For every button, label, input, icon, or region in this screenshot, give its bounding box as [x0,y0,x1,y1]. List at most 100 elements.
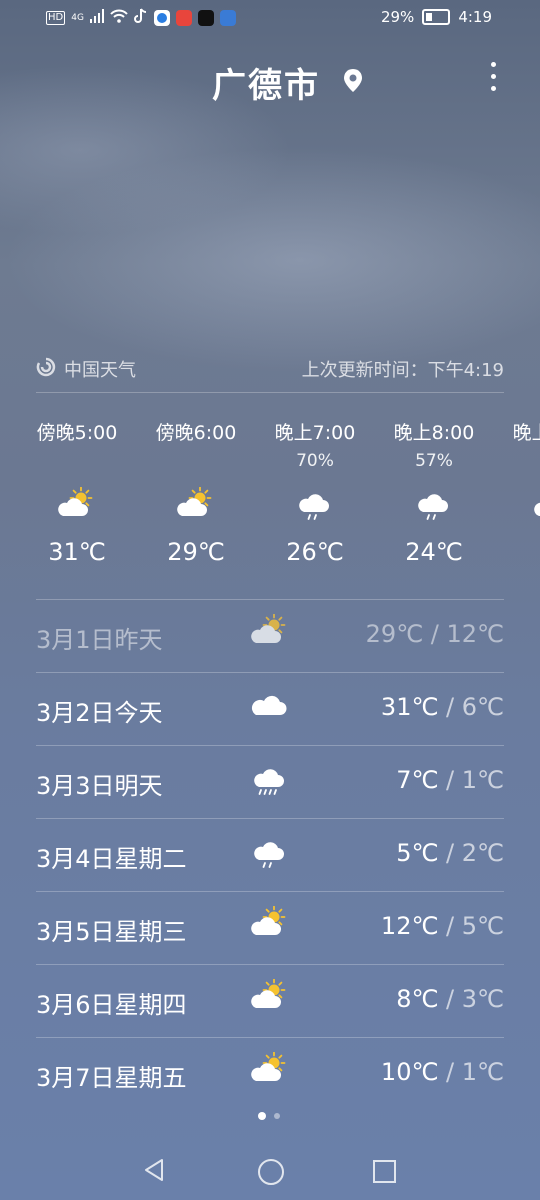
back-icon[interactable] [143,1158,165,1186]
hourly-forecast[interactable]: 傍晚5:00 31℃ 傍晚6:00 29℃ 晚上7:00 70% 26℃ 晚上8:00 57% 2… [0,420,540,580]
status-bar: HD 4G 29% 4:19 [0,0,540,36]
hourly-precip-chance [27,446,127,476]
daily-row[interactable]: 3月1日昨天 29℃ / 12℃ [36,599,504,672]
location-pin-icon[interactable] [343,68,363,98]
hourly-time: 晚上7:00 [274,422,356,444]
daily-temperature-range: 7℃ / 1℃ [396,766,504,794]
hourly-temperature: 29℃ [167,538,225,566]
daily-low: 6℃ [461,693,504,721]
moderate-rain-icon [250,760,290,804]
page-dot[interactable] [274,1113,280,1119]
partly-cloudy-day-icon [250,613,290,654]
recent-apps-icon[interactable] [373,1160,396,1183]
signal-type-label: 4G [71,13,84,23]
daily-row[interactable]: 3月2日今天 31℃ / 6℃ [36,672,504,745]
daily-forecast: 3月1日昨天 29℃ / 12℃ 3月2日今天 31℃ / 6℃ 3月3日明天 7℃ / … [36,599,504,1110]
hourly-time: 晚上8:00 [393,422,475,444]
daily-row[interactable]: 3月4日星期二 5℃ / 2℃ [36,818,504,891]
hourly-item: 傍晚6:00 29℃ [146,420,246,572]
daily-temperature-range: 5℃ / 2℃ [396,839,504,867]
battery-icon [422,9,451,25]
clock: 4:19 [458,8,492,26]
daily-temperature-range: 12℃ / 5℃ [381,912,504,940]
daily-row[interactable]: 3月5日星期三 12℃ / 5℃ [36,891,504,964]
light-rain-icon [265,476,365,532]
daily-low: 5℃ [461,912,504,940]
daily-date: 3月1日昨天 [36,626,163,654]
daily-date: 3月7日星期五 [36,1064,187,1092]
daily-separator: / [438,693,462,721]
hourly-precip-chance: 57% [415,451,453,471]
hourly-precip-chance: 7 [503,446,540,476]
partly-cloudy-day-icon [503,476,540,532]
daily-low: 2℃ [461,839,504,867]
battery-fill [426,13,433,21]
daily-high: 5℃ [396,839,439,867]
daily-date: 3月3日明天 [36,772,163,800]
provider-logo-icon [36,357,56,382]
daily-temperature-range: 8℃ / 3℃ [396,985,504,1013]
daily-separator: / [438,1058,462,1086]
provider: 中国天气 [36,356,136,382]
hourly-time: 晚上9:00 [512,422,540,444]
network-type-label: HD [46,11,66,25]
daily-row[interactable]: 3月7日星期五 10℃ / 1℃ [36,1037,504,1110]
daily-high: 7℃ [396,766,439,794]
daily-date: 3月5日星期三 [36,918,187,946]
partly-cloudy-day-icon [27,476,127,532]
wifi-icon [110,9,128,27]
more-menu-icon[interactable] [489,62,497,98]
hourly-temperature: 2 [503,532,540,572]
daily-temperature-range: 10℃ / 1℃ [381,1058,504,1086]
status-right: 29% 4:19 [381,8,492,26]
partly-cloudy-day-icon [146,476,246,532]
page-indicator [258,1112,280,1120]
light-rain-icon [384,476,484,532]
partly-cloudy-day-icon [250,978,290,1019]
status-icons: HD 4G [46,8,236,28]
battery-percent: 29% [380,8,415,26]
daily-separator: / [438,912,462,940]
hourly-item: 傍晚5:00 31℃ [27,420,127,572]
daily-temperature-range: 29℃ / 12℃ [366,620,504,648]
partly-cloudy-day-icon [250,1051,290,1092]
daily-high: 8℃ [396,985,439,1013]
daily-low: 3℃ [461,985,504,1013]
update-time: 上次更新时间：下午4:19 [301,360,504,381]
provider-name: 中国天气 [64,360,136,381]
page-dot-active [258,1112,266,1120]
hourly-temperature: 24℃ [405,538,463,566]
daily-low: 1℃ [461,1058,504,1086]
daily-low: 12℃ [446,620,505,648]
hourly-precip-chance: 70% [296,451,334,471]
daily-temperature-range: 31℃ / 6℃ [381,693,504,721]
navigation-bar [0,1140,540,1200]
light-rain-icon [250,833,290,877]
partly-cloudy-day-icon [250,905,290,946]
browser-app-icon [153,10,170,26]
black-app-icon [197,10,214,26]
daily-separator: / [438,839,462,867]
home-icon[interactable] [258,1159,284,1185]
daily-row[interactable]: 3月3日明天 7℃ / 1℃ [36,745,504,818]
daily-high: 31℃ [380,693,439,721]
header: 广德市 [0,56,540,106]
hourly-time: 傍晚5:00 [36,422,118,444]
cloudy-icon [250,687,290,727]
hourly-temperature: 26℃ [286,538,344,566]
daily-separator: / [438,985,462,1013]
daily-row[interactable]: 3月6日星期四 8℃ / 3℃ [36,964,504,1037]
daily-date: 3月6日星期四 [36,991,187,1019]
daily-date: 3月4日星期二 [36,845,187,873]
hourly-item: 晚上9:007 2 [503,420,540,572]
daily-high: 12℃ [380,912,439,940]
daily-low: 1℃ [461,766,504,794]
hourly-item: 晚上7:00 70% 26℃ [265,420,365,572]
hourly-item: 晚上8:00 57% 24℃ [384,420,484,572]
city-name[interactable]: 广德市 [212,58,320,107]
signal-icon [89,9,104,27]
daily-high: 10℃ [380,1058,439,1086]
daily-separator: / [438,766,462,794]
daily-high: 29℃ [365,620,424,648]
hourly-time: 傍晚6:00 [155,422,237,444]
